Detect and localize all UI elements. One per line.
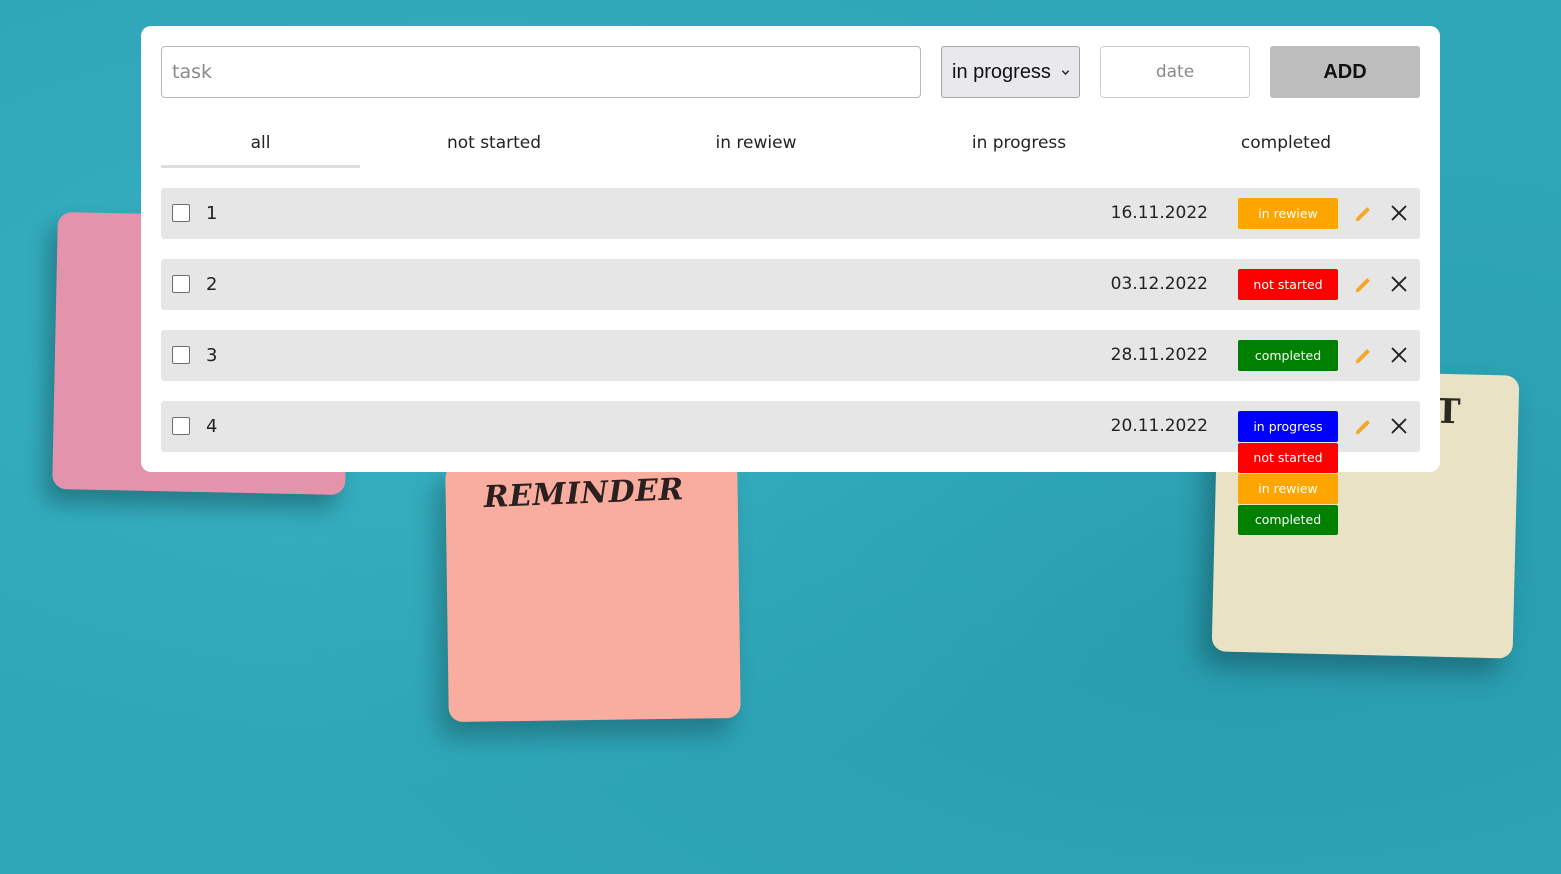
task-name: 1 <box>206 203 218 224</box>
close-icon[interactable] <box>1389 345 1409 365</box>
todo-card: in progress ADD all not started in rewie… <box>141 26 1440 472</box>
status-option-not-started[interactable]: not started <box>1238 443 1338 473</box>
tab-not-started[interactable]: not started <box>414 122 574 168</box>
pencil-icon[interactable] <box>1352 274 1374 296</box>
task-name: 2 <box>206 274 218 295</box>
pencil-icon[interactable] <box>1352 203 1374 225</box>
task-row: 4 20.11.2022 in progress <box>161 401 1420 452</box>
task-checkbox[interactable] <box>172 204 190 222</box>
status-option-completed[interactable]: completed <box>1238 505 1338 535</box>
chevron-down-icon <box>1061 70 1070 76</box>
task-checkbox[interactable] <box>172 346 190 364</box>
date-input[interactable] <box>1100 46 1250 98</box>
task-name: 4 <box>206 416 218 437</box>
task-name: 3 <box>206 345 218 366</box>
task-date: 20.11.2022 <box>1110 416 1208 436</box>
task-status-button[interactable]: in rewiew <box>1238 198 1338 229</box>
task-row: 1 16.11.2022 in rewiew <box>161 188 1420 239</box>
pencil-icon[interactable] <box>1352 416 1374 438</box>
reminder-sticky-note: REMINDER <box>445 459 741 723</box>
pencil-icon[interactable] <box>1352 345 1374 367</box>
task-row: 3 28.11.2022 completed <box>161 330 1420 381</box>
status-select-value: in progress <box>952 60 1051 83</box>
close-icon[interactable] <box>1389 203 1409 223</box>
tab-in-rewiew[interactable]: in rewiew <box>676 122 836 168</box>
task-checkbox[interactable] <box>172 417 190 435</box>
status-option-in-rewiew[interactable]: in rewiew <box>1238 474 1338 504</box>
task-input[interactable] <box>161 46 921 98</box>
tab-all[interactable]: all <box>161 122 360 168</box>
task-status-button[interactable]: completed <box>1238 340 1338 371</box>
task-date: 03.12.2022 <box>1110 274 1208 294</box>
task-status-button[interactable]: not started <box>1238 269 1338 300</box>
task-date: 28.11.2022 <box>1110 345 1208 365</box>
status-select[interactable]: in progress <box>941 46 1080 98</box>
task-status-button[interactable]: in progress <box>1238 411 1338 442</box>
reminder-note-text: REMINDER <box>483 472 685 516</box>
add-task-form: in progress ADD <box>161 46 1420 98</box>
tab-in-progress[interactable]: in progress <box>939 122 1099 168</box>
close-icon[interactable] <box>1389 416 1409 436</box>
filter-tabs: all not started in rewiew in progress co… <box>161 122 1420 168</box>
status-dropdown-menu: not started in rewiew completed <box>1238 443 1338 536</box>
tab-completed[interactable]: completed <box>1206 122 1366 168</box>
task-date: 16.11.2022 <box>1110 203 1208 223</box>
task-checkbox[interactable] <box>172 275 190 293</box>
task-row: 2 03.12.2022 not started <box>161 259 1420 310</box>
close-icon[interactable] <box>1389 274 1409 294</box>
add-button[interactable]: ADD <box>1270 46 1420 98</box>
